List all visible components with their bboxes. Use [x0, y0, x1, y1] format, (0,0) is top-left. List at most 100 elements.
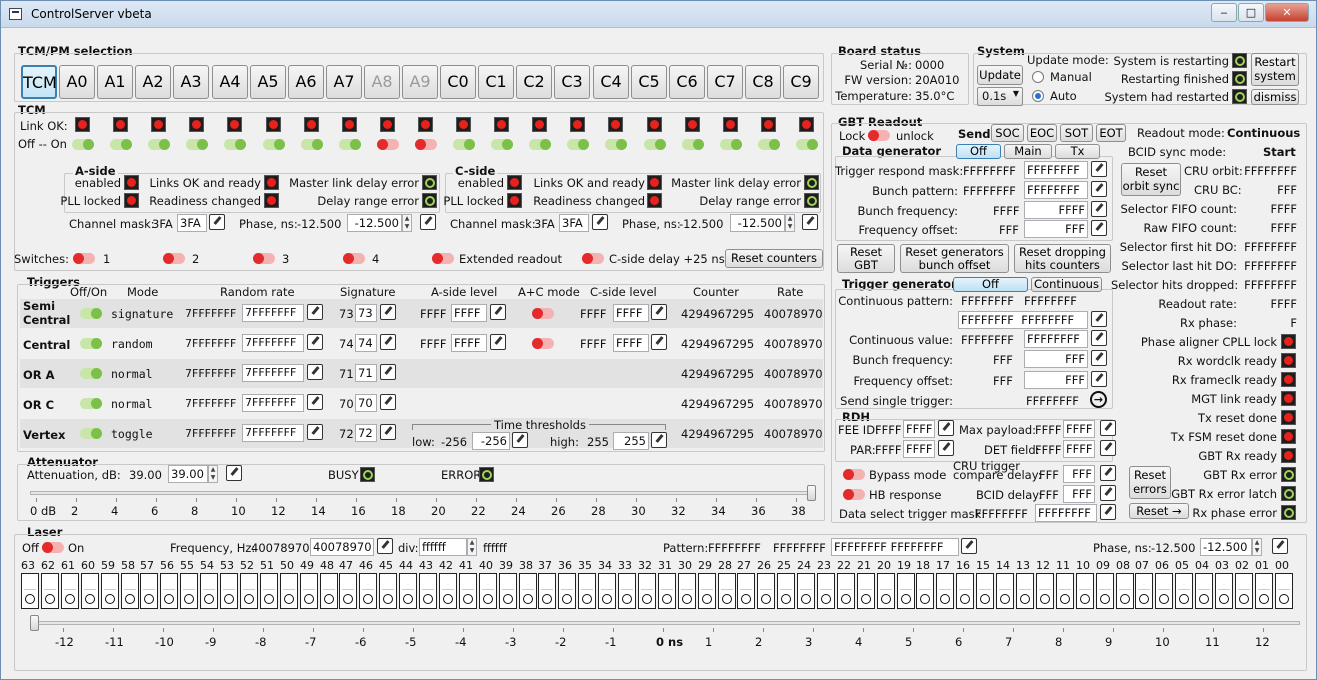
trigger-signature-apply-icon[interactable]	[380, 394, 396, 410]
link-enable-toggle[interactable]	[720, 139, 742, 150]
laser-bit-checkbox[interactable]	[678, 573, 696, 609]
trigger-rate-apply-icon[interactable]	[307, 424, 323, 440]
laser-bit-checkbox[interactable]	[240, 573, 258, 609]
trigger-clevel-apply-icon[interactable]	[651, 304, 667, 320]
datagen-bunch-freq-input[interactable]: FFFF	[1024, 201, 1088, 219]
datagen-bunch-freq-apply-icon[interactable]	[1091, 201, 1107, 217]
pm-button-a2[interactable]: A2	[135, 65, 171, 99]
trigger-ac-mode-toggle[interactable]	[532, 308, 554, 319]
reset-arrow-button[interactable]: Reset →	[1129, 503, 1189, 519]
switch-1-toggle[interactable]	[73, 253, 95, 264]
cside-phase-input[interactable]: -12.500	[730, 214, 785, 232]
datagen-off-button[interactable]: Off	[956, 144, 1001, 159]
laser-bit-checkbox[interactable]	[916, 573, 934, 609]
laser-div-spinner[interactable]: ▲ ▼	[467, 538, 477, 556]
switch-3-toggle[interactable]	[253, 253, 275, 264]
laser-bit-checkbox[interactable]	[439, 573, 457, 609]
link-enable-toggle[interactable]	[453, 139, 475, 150]
cside-delay-toggle[interactable]	[582, 253, 604, 264]
dstm-apply-icon[interactable]	[1100, 504, 1116, 520]
laser-bit-checkbox[interactable]	[519, 573, 537, 609]
laser-bit-checkbox[interactable]	[1275, 573, 1293, 609]
pm-button-c6[interactable]: C6	[669, 65, 705, 99]
trigger-signature-apply-icon[interactable]	[380, 364, 396, 380]
compare-delay-input[interactable]: FFF	[1063, 465, 1095, 483]
pm-button-a6[interactable]: A6	[288, 65, 324, 99]
trigger-enable-toggle[interactable]	[80, 308, 102, 319]
pm-button-c5[interactable]: C5	[631, 65, 667, 99]
laser-bit-checkbox[interactable]	[1235, 573, 1253, 609]
laser-bit-checkbox[interactable]	[41, 573, 59, 609]
laser-bit-checkbox[interactable]	[976, 573, 994, 609]
link-enable-toggle[interactable]	[644, 139, 666, 150]
aside-chmask-apply-icon[interactable]	[209, 214, 225, 230]
pm-button-a4[interactable]: A4	[212, 65, 248, 99]
send-sot-button[interactable]: SOT	[1060, 124, 1093, 142]
low-input[interactable]: -256	[472, 432, 510, 450]
laser-bit-checkbox[interactable]	[1215, 573, 1233, 609]
link-enable-toggle[interactable]	[377, 139, 399, 150]
trigger-rate-apply-icon[interactable]	[307, 334, 323, 350]
pm-button-a5[interactable]: A5	[250, 65, 286, 99]
trigger-clevel-input[interactable]: FFFF	[613, 304, 649, 322]
extended-readout-toggle[interactable]	[432, 253, 454, 264]
laser-bit-checkbox[interactable]	[300, 573, 318, 609]
laser-bit-checkbox[interactable]	[1255, 573, 1273, 609]
laser-bit-checkbox[interactable]	[200, 573, 218, 609]
laser-bit-checkbox[interactable]	[479, 573, 497, 609]
cside-chmask-apply-icon[interactable]	[592, 214, 608, 230]
laser-bit-checkbox[interactable]	[180, 573, 198, 609]
trigger-rate-apply-icon[interactable]	[307, 364, 323, 380]
laser-bit-checkbox[interactable]	[1016, 573, 1034, 609]
compare-delay-apply-icon[interactable]	[1100, 465, 1116, 481]
trigger-rate-input[interactable]: 7FFFFFFF	[242, 304, 304, 322]
link-enable-toggle[interactable]	[263, 139, 285, 150]
laser-bit-checkbox[interactable]	[1036, 573, 1054, 609]
laser-bit-checkbox[interactable]	[877, 573, 895, 609]
update-button[interactable]: Update	[977, 65, 1023, 85]
laser-bit-checkbox[interactable]	[698, 573, 716, 609]
laser-phase-slider-track[interactable]	[30, 621, 1300, 625]
laser-bit-checkbox[interactable]	[1076, 573, 1094, 609]
par-apply-icon[interactable]	[938, 440, 954, 456]
link-enable-toggle[interactable]	[186, 139, 208, 150]
laser-bit-checkbox[interactable]	[598, 573, 616, 609]
link-enable-toggle[interactable]	[72, 139, 94, 150]
trigger-enable-toggle[interactable]	[80, 398, 102, 409]
laser-bit-checkbox[interactable]	[558, 573, 576, 609]
bcid-delay-input[interactable]: FFF	[1063, 485, 1095, 503]
trig-mask-apply-icon[interactable]	[1091, 161, 1107, 177]
laser-bit-checkbox[interactable]	[1056, 573, 1074, 609]
attenuation-slider-thumb[interactable]	[807, 485, 816, 501]
aside-phase-spinner[interactable]: ▲ ▼	[402, 214, 412, 232]
datagen-freq-offset-input[interactable]: FFF	[1024, 220, 1088, 238]
trigger-rate-input[interactable]: 7FFFFFFF	[242, 394, 304, 412]
maximize-button[interactable]: □	[1238, 3, 1264, 22]
aside-chmask-input[interactable]: 3FA	[177, 214, 207, 232]
laser-bit-checkbox[interactable]	[737, 573, 755, 609]
laser-toggle[interactable]	[42, 542, 64, 553]
cside-phase-apply-icon[interactable]	[802, 214, 818, 230]
attenuation-input[interactable]: 39.00	[168, 465, 208, 483]
datagen-freq-offset-apply-icon[interactable]	[1091, 220, 1107, 236]
attenuation-spinner[interactable]: ▲ ▼	[208, 465, 218, 483]
pm-button-c4[interactable]: C4	[593, 65, 629, 99]
reset-generators-button[interactable]: Reset generators bunch offset	[900, 244, 1009, 273]
cont-pattern-apply-icon[interactable]	[1091, 311, 1107, 327]
pm-button-tcm[interactable]: TCM	[21, 65, 57, 99]
laser-bit-checkbox[interactable]	[1116, 573, 1134, 609]
trigger-signature-apply-icon[interactable]	[380, 304, 396, 320]
trigger-ac-mode-toggle[interactable]	[532, 338, 554, 349]
switch-2-toggle[interactable]	[163, 253, 185, 264]
laser-bit-checkbox[interactable]	[121, 573, 139, 609]
laser-div-input[interactable]: ffffff	[419, 538, 467, 556]
fee-apply-icon[interactable]	[938, 420, 954, 436]
laser-bit-checkbox[interactable]	[1096, 573, 1114, 609]
trigger-signature-input[interactable]: 73	[355, 304, 377, 322]
laser-bit-checkbox[interactable]	[359, 573, 377, 609]
restart-system-button[interactable]: Restart system	[1251, 53, 1299, 86]
laser-bit-checkbox[interactable]	[280, 573, 298, 609]
update-interval-select[interactable]: 0.1s ▼	[977, 87, 1023, 106]
laser-bit-checkbox[interactable]	[260, 573, 278, 609]
cont-value-input[interactable]: FFFFFFFF	[1024, 330, 1088, 348]
